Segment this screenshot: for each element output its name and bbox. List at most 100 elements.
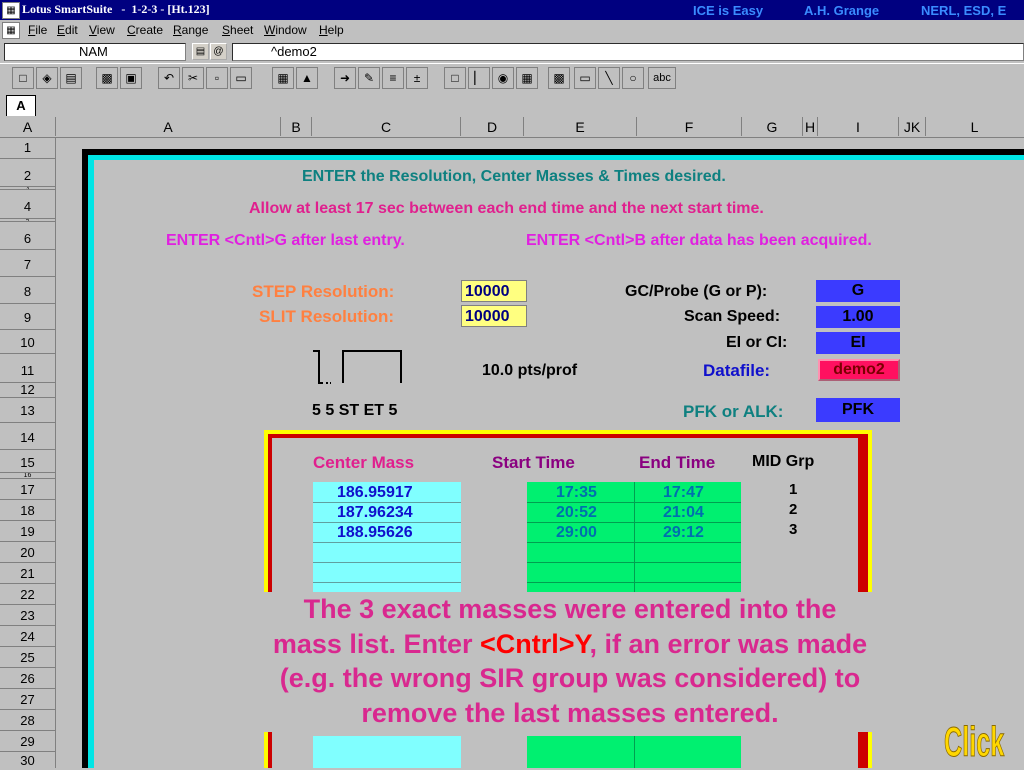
- row-header[interactable]: 29: [0, 731, 55, 752]
- click-button[interactable]: Click: [944, 718, 1005, 768]
- line-icon[interactable]: ╲: [598, 67, 620, 89]
- bar-chart-icon[interactable]: ▏: [468, 67, 490, 89]
- screen-icon[interactable]: ▩: [548, 67, 570, 89]
- slit-resolution-field[interactable]: 10000: [461, 305, 527, 327]
- row-header[interactable]: 19: [0, 521, 55, 542]
- menu-help[interactable]: Help: [319, 23, 344, 37]
- format-icon[interactable]: ✎: [358, 67, 380, 89]
- row-header[interactable]: 15: [0, 450, 55, 473]
- text-block-icon[interactable]: abc: [648, 67, 676, 89]
- step-resolution-field[interactable]: 10000: [461, 280, 527, 302]
- column-header-d[interactable]: D: [461, 117, 524, 136]
- row-header[interactable]: 9: [0, 304, 55, 330]
- column-header-c[interactable]: C: [312, 117, 461, 136]
- ei-ci-field[interactable]: EI: [816, 332, 900, 354]
- datafile-field[interactable]: demo2: [818, 359, 900, 381]
- corner-header[interactable]: A: [0, 117, 56, 136]
- scan-speed-field[interactable]: 1.00: [816, 306, 900, 328]
- start-time-column-lower[interactable]: [527, 736, 634, 768]
- end-time-value[interactable]: 29:12: [663, 524, 704, 542]
- ellipse-icon[interactable]: ○: [622, 67, 644, 89]
- save-file-icon[interactable]: ▤: [60, 67, 82, 89]
- row-header[interactable]: 6: [0, 222, 55, 250]
- function-selector-icon[interactable]: @: [210, 43, 227, 60]
- column-header-l[interactable]: L: [926, 117, 1023, 136]
- row-header[interactable]: 2: [0, 159, 55, 187]
- menu-create[interactable]: Create: [127, 23, 163, 37]
- row-header[interactable]: 4: [0, 190, 55, 219]
- document-system-icon[interactable]: ▦: [2, 22, 20, 39]
- menu-range[interactable]: Range: [173, 23, 208, 37]
- start-time-value[interactable]: 20:52: [556, 504, 597, 522]
- menu-file[interactable]: File: [28, 23, 47, 37]
- row-header[interactable]: 10: [0, 330, 55, 354]
- copy-icon[interactable]: ▫: [206, 67, 228, 89]
- row-header[interactable]: 14: [0, 423, 55, 450]
- column-header-e[interactable]: E: [524, 117, 637, 136]
- rectangle-icon[interactable]: ▭: [574, 67, 596, 89]
- row-header[interactable]: 27: [0, 689, 55, 710]
- print-preview-icon[interactable]: ▣: [120, 67, 142, 89]
- row-header[interactable]: 17: [0, 479, 55, 500]
- mass-value[interactable]: 186.95917: [337, 484, 413, 502]
- row-header[interactable]: 1: [0, 138, 55, 159]
- print-icon[interactable]: ▩: [96, 67, 118, 89]
- row-header[interactable]: 21: [0, 563, 55, 584]
- row-header[interactable]: 22: [0, 584, 55, 605]
- end-time-column-lower[interactable]: [635, 736, 741, 768]
- chart-wizard-icon[interactable]: ▲: [296, 67, 318, 89]
- undo-icon[interactable]: ↶: [158, 67, 180, 89]
- new-file-icon[interactable]: □: [12, 67, 34, 89]
- start-time-value[interactable]: 29:00: [556, 524, 597, 542]
- globe-icon[interactable]: ◉: [492, 67, 514, 89]
- open-file-icon[interactable]: ◈: [36, 67, 58, 89]
- selection-box[interactable]: NAM: [4, 43, 186, 61]
- menu-sheet[interactable]: Sheet: [222, 23, 253, 37]
- table-icon[interactable]: ▦: [272, 67, 294, 89]
- row-header[interactable]: 30: [0, 752, 55, 768]
- title-bar: ▦ Lotus SmartSuite - 1-2-3 - [Ht.123] IC…: [0, 0, 1024, 20]
- row-header[interactable]: 25: [0, 647, 55, 668]
- column-header-i[interactable]: I: [818, 117, 899, 136]
- pfk-alk-field[interactable]: PFK: [816, 398, 900, 422]
- datafile-label: Datafile:: [703, 361, 771, 380]
- menu-view[interactable]: View: [89, 23, 115, 37]
- gc-probe-field[interactable]: G: [816, 280, 900, 302]
- row-header[interactable]: 23: [0, 605, 55, 626]
- navigator-icon[interactable]: ▤: [192, 43, 209, 60]
- mass-value[interactable]: 187.96234: [337, 504, 413, 522]
- row-header[interactable]: 12: [0, 383, 55, 398]
- select-range-icon[interactable]: □: [444, 67, 466, 89]
- row-header[interactable]: 13: [0, 398, 55, 423]
- column-header-jk[interactable]: JK: [899, 117, 926, 136]
- row-header[interactable]: 18: [0, 500, 55, 521]
- menu-edit[interactable]: Edit: [57, 23, 78, 37]
- row-header[interactable]: 26: [0, 668, 55, 689]
- app-system-icon[interactable]: ▦: [2, 2, 20, 19]
- start-time-value[interactable]: 17:35: [556, 484, 597, 502]
- end-time-value[interactable]: 21:04: [663, 504, 704, 522]
- row-header[interactable]: 11: [0, 354, 55, 383]
- sum-icon[interactable]: ±: [406, 67, 428, 89]
- column-header-h[interactable]: H: [803, 117, 818, 136]
- center-mass-column-lower[interactable]: [313, 736, 461, 768]
- sheet-tab-a[interactable]: A: [6, 95, 36, 116]
- row-header[interactable]: 8: [0, 277, 55, 304]
- contents-box[interactable]: ^demo2: [232, 43, 1024, 61]
- row-header[interactable]: 7: [0, 250, 55, 277]
- column-header-a[interactable]: A: [56, 117, 281, 136]
- paste-icon[interactable]: ▭: [230, 67, 252, 89]
- mass-value[interactable]: 188.95626: [337, 524, 413, 542]
- row-header[interactable]: 20: [0, 542, 55, 563]
- cut-icon[interactable]: ✂: [182, 67, 204, 89]
- insert-rows-icon[interactable]: ≡: [382, 67, 404, 89]
- grid-icon[interactable]: ▦: [516, 67, 538, 89]
- row-header[interactable]: 24: [0, 626, 55, 647]
- column-header-g[interactable]: G: [742, 117, 803, 136]
- column-header-b[interactable]: B: [281, 117, 312, 136]
- row-header[interactable]: 28: [0, 710, 55, 731]
- menu-window[interactable]: Window: [264, 23, 307, 37]
- end-time-value[interactable]: 17:47: [663, 484, 704, 502]
- column-header-f[interactable]: F: [637, 117, 742, 136]
- go-to-icon[interactable]: ➜: [334, 67, 356, 89]
